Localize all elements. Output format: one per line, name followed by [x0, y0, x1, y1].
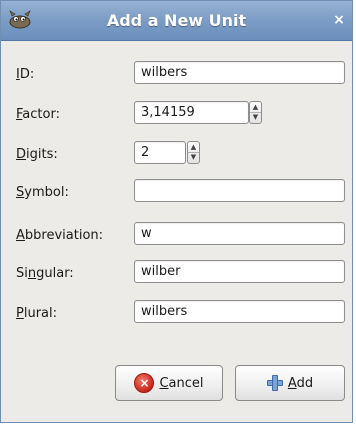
symbol-label: Symbol: — [16, 185, 69, 200]
title-bar[interactable]: Add a New Unit × — [1, 1, 352, 41]
factor-input[interactable]: 3,14159 — [134, 101, 249, 124]
abbreviation-row: Abbreviation: w — [1, 221, 352, 251]
cancel-button-label: Cancel — [159, 375, 204, 391]
symbol-row: Symbol: — [1, 178, 352, 208]
plural-input[interactable]: wilbers — [134, 300, 345, 323]
factor-stepper[interactable]: ▲ ▼ — [249, 101, 262, 124]
cancel-button[interactable]: × Cancel — [115, 365, 223, 401]
digits-input[interactable]: 2 — [134, 141, 186, 164]
abbreviation-input[interactable]: w — [134, 222, 345, 245]
singular-row: Singular: wilber — [1, 259, 352, 289]
close-icon[interactable]: × — [332, 13, 346, 27]
add-button[interactable]: Add — [235, 365, 345, 401]
abbreviation-label: Abbreviation: — [16, 228, 104, 243]
singular-input[interactable]: wilber — [134, 260, 345, 283]
add-icon — [266, 375, 283, 391]
add-unit-dialog: Add a New Unit × ID: wilbers Factor: 3,1… — [0, 0, 353, 423]
singular-label: Singular: — [16, 266, 74, 281]
id-row: ID: wilbers — [1, 60, 352, 90]
factor-label: Factor: — [16, 107, 60, 122]
digits-stepper[interactable]: ▲ ▼ — [187, 141, 200, 164]
id-input[interactable]: wilbers — [134, 61, 345, 84]
plural-row: Plural: wilbers — [1, 299, 352, 329]
id-label: ID: — [16, 67, 35, 82]
add-button-label: Add — [287, 375, 314, 391]
digits-label: Digits: — [16, 147, 58, 162]
symbol-input[interactable] — [134, 179, 345, 202]
cancel-icon: × — [134, 373, 155, 393]
chevron-down-icon[interactable]: ▼ — [188, 152, 199, 162]
plural-label: Plural: — [16, 306, 57, 321]
digits-row: Digits: 2 ▲ ▼ — [1, 140, 352, 170]
chevron-down-icon[interactable]: ▼ — [250, 112, 261, 122]
window-title: Add a New Unit — [106, 11, 247, 30]
factor-row: Factor: 3,14159 ▲ ▼ — [1, 100, 352, 130]
